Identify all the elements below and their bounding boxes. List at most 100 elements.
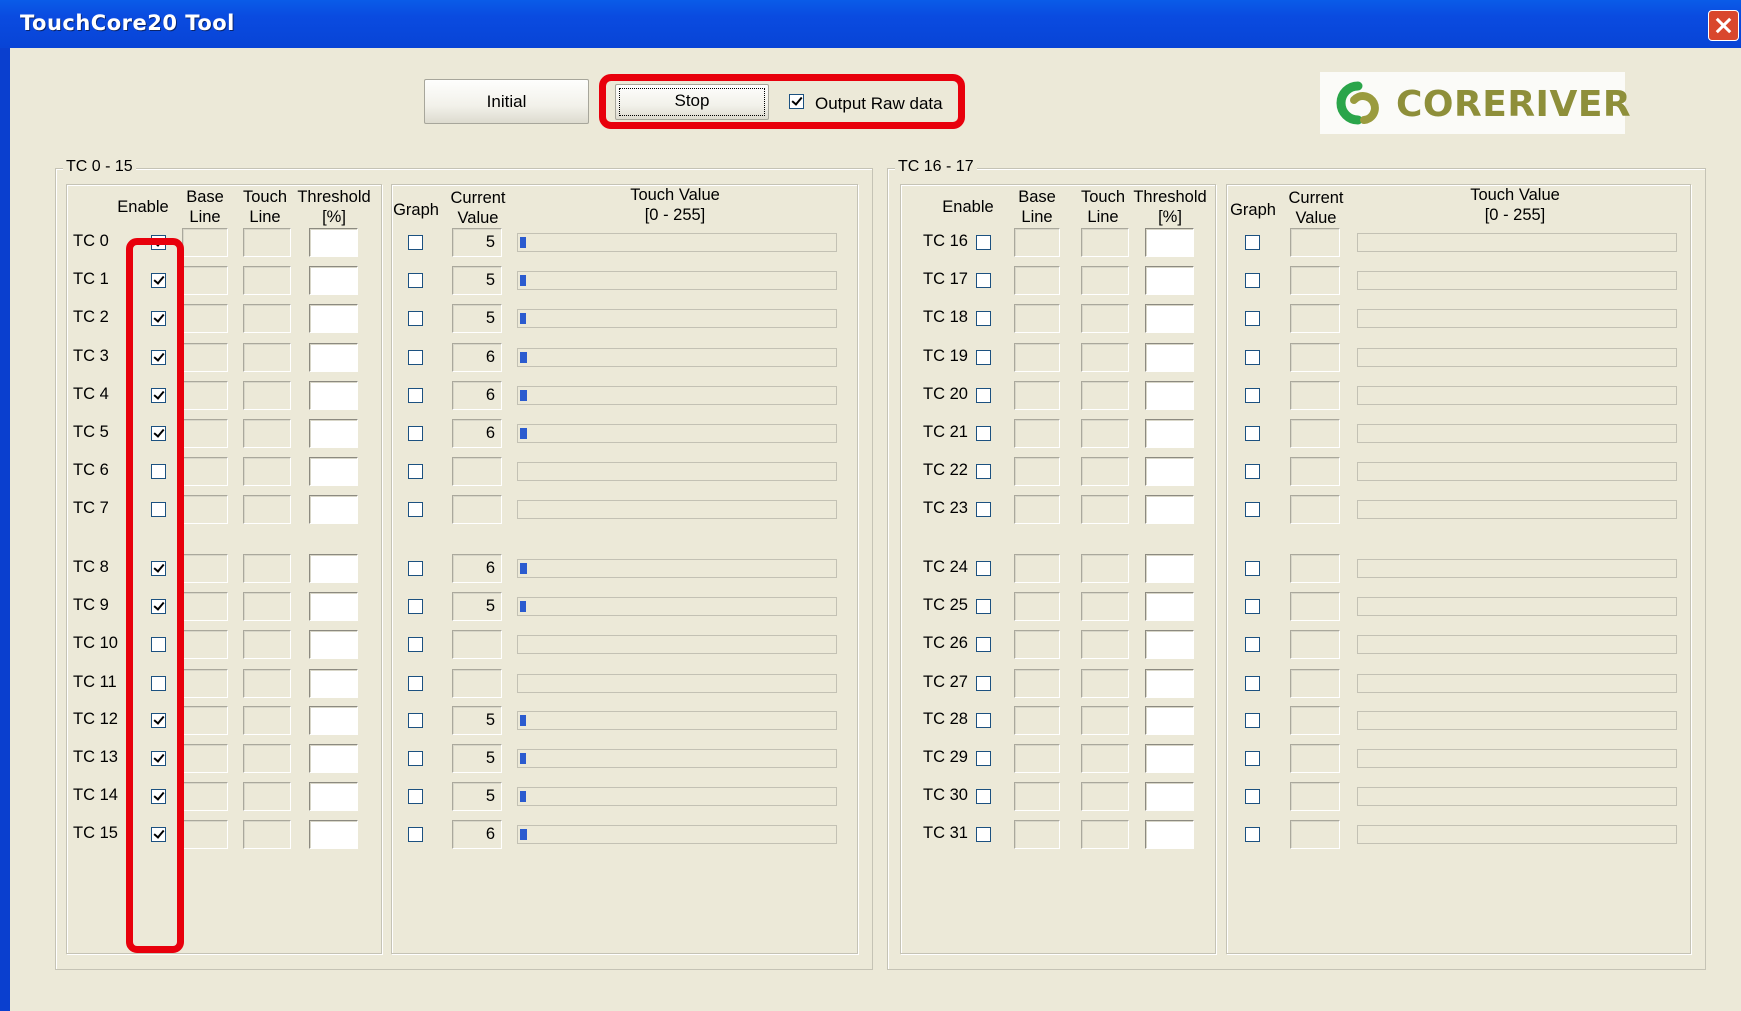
touch-line-field[interactable]: [243, 381, 291, 410]
touch-line-field[interactable]: [243, 706, 291, 735]
base-line-field[interactable]: [1014, 706, 1060, 735]
base-line-field[interactable]: [1014, 669, 1060, 698]
threshold-field[interactable]: [309, 304, 358, 333]
base-line-field[interactable]: [182, 343, 228, 372]
graph-checkbox[interactable]: [408, 789, 423, 804]
base-line-field[interactable]: [182, 744, 228, 773]
enable-checkbox[interactable]: [976, 311, 991, 326]
base-line-field[interactable]: [182, 782, 228, 811]
threshold-field[interactable]: [309, 744, 358, 773]
threshold-field[interactable]: [309, 554, 358, 583]
enable-checkbox[interactable]: [976, 751, 991, 766]
enable-checkbox[interactable]: [976, 464, 991, 479]
enable-checkbox[interactable]: [976, 388, 991, 403]
touch-line-field[interactable]: [1081, 419, 1129, 448]
threshold-field[interactable]: [309, 669, 358, 698]
base-line-field[interactable]: [182, 304, 228, 333]
graph-checkbox[interactable]: [408, 502, 423, 517]
enable-checkbox[interactable]: [976, 426, 991, 441]
touch-line-field[interactable]: [1081, 304, 1129, 333]
touch-line-field[interactable]: [1081, 381, 1129, 410]
touch-line-field[interactable]: [1081, 592, 1129, 621]
close-button[interactable]: [1708, 10, 1739, 41]
threshold-field[interactable]: [1145, 343, 1194, 372]
touch-line-field[interactable]: [1081, 630, 1129, 659]
graph-checkbox[interactable]: [408, 751, 423, 766]
base-line-field[interactable]: [1014, 266, 1060, 295]
graph-checkbox[interactable]: [1245, 637, 1260, 652]
threshold-field[interactable]: [309, 495, 358, 524]
threshold-field[interactable]: [1145, 592, 1194, 621]
graph-checkbox[interactable]: [408, 426, 423, 441]
base-line-field[interactable]: [1014, 457, 1060, 486]
threshold-field[interactable]: [1145, 419, 1194, 448]
graph-checkbox[interactable]: [1245, 676, 1260, 691]
threshold-field[interactable]: [309, 592, 358, 621]
base-line-field[interactable]: [182, 381, 228, 410]
touch-line-field[interactable]: [243, 228, 291, 257]
enable-checkbox[interactable]: [976, 676, 991, 691]
graph-checkbox[interactable]: [408, 311, 423, 326]
touch-line-field[interactable]: [243, 554, 291, 583]
threshold-field[interactable]: [1145, 706, 1194, 735]
graph-checkbox[interactable]: [408, 273, 423, 288]
touch-line-field[interactable]: [243, 592, 291, 621]
graph-checkbox[interactable]: [408, 235, 423, 250]
touch-line-field[interactable]: [243, 457, 291, 486]
graph-checkbox[interactable]: [1245, 502, 1260, 517]
base-line-field[interactable]: [182, 266, 228, 295]
graph-checkbox[interactable]: [408, 827, 423, 842]
base-line-field[interactable]: [1014, 343, 1060, 372]
graph-checkbox[interactable]: [408, 676, 423, 691]
graph-checkbox[interactable]: [408, 388, 423, 403]
graph-checkbox[interactable]: [1245, 388, 1260, 403]
threshold-field[interactable]: [1145, 820, 1194, 849]
base-line-field[interactable]: [1014, 228, 1060, 257]
threshold-field[interactable]: [1145, 782, 1194, 811]
graph-checkbox[interactable]: [1245, 311, 1260, 326]
graph-checkbox[interactable]: [408, 561, 423, 576]
base-line-field[interactable]: [1014, 630, 1060, 659]
enable-checkbox[interactable]: [976, 827, 991, 842]
enable-checkbox[interactable]: [976, 235, 991, 250]
touch-line-field[interactable]: [243, 820, 291, 849]
enable-checkbox[interactable]: [976, 502, 991, 517]
graph-checkbox[interactable]: [408, 599, 423, 614]
graph-checkbox[interactable]: [1245, 827, 1260, 842]
enable-checkbox[interactable]: [976, 273, 991, 288]
threshold-field[interactable]: [1145, 495, 1194, 524]
graph-checkbox[interactable]: [1245, 599, 1260, 614]
touch-line-field[interactable]: [243, 782, 291, 811]
base-line-field[interactable]: [1014, 782, 1060, 811]
touch-line-field[interactable]: [1081, 343, 1129, 372]
threshold-field[interactable]: [1145, 630, 1194, 659]
base-line-field[interactable]: [182, 419, 228, 448]
touch-line-field[interactable]: [1081, 782, 1129, 811]
threshold-field[interactable]: [1145, 228, 1194, 257]
threshold-field[interactable]: [309, 228, 358, 257]
touch-line-field[interactable]: [1081, 744, 1129, 773]
touch-line-field[interactable]: [1081, 820, 1129, 849]
touch-line-field[interactable]: [1081, 495, 1129, 524]
graph-checkbox[interactable]: [1245, 350, 1260, 365]
touch-line-field[interactable]: [1081, 228, 1129, 257]
base-line-field[interactable]: [1014, 381, 1060, 410]
touch-line-field[interactable]: [243, 669, 291, 698]
enable-checkbox[interactable]: [976, 789, 991, 804]
touch-line-field[interactable]: [1081, 554, 1129, 583]
threshold-field[interactable]: [309, 630, 358, 659]
threshold-field[interactable]: [309, 419, 358, 448]
threshold-field[interactable]: [309, 381, 358, 410]
base-line-field[interactable]: [182, 228, 228, 257]
touch-line-field[interactable]: [1081, 266, 1129, 295]
threshold-field[interactable]: [309, 343, 358, 372]
threshold-field[interactable]: [309, 820, 358, 849]
touch-line-field[interactable]: [1081, 457, 1129, 486]
threshold-field[interactable]: [309, 266, 358, 295]
graph-checkbox[interactable]: [408, 350, 423, 365]
graph-checkbox[interactable]: [1245, 464, 1260, 479]
base-line-field[interactable]: [182, 457, 228, 486]
enable-checkbox[interactable]: [976, 637, 991, 652]
base-line-field[interactable]: [182, 495, 228, 524]
graph-checkbox[interactable]: [1245, 235, 1260, 250]
